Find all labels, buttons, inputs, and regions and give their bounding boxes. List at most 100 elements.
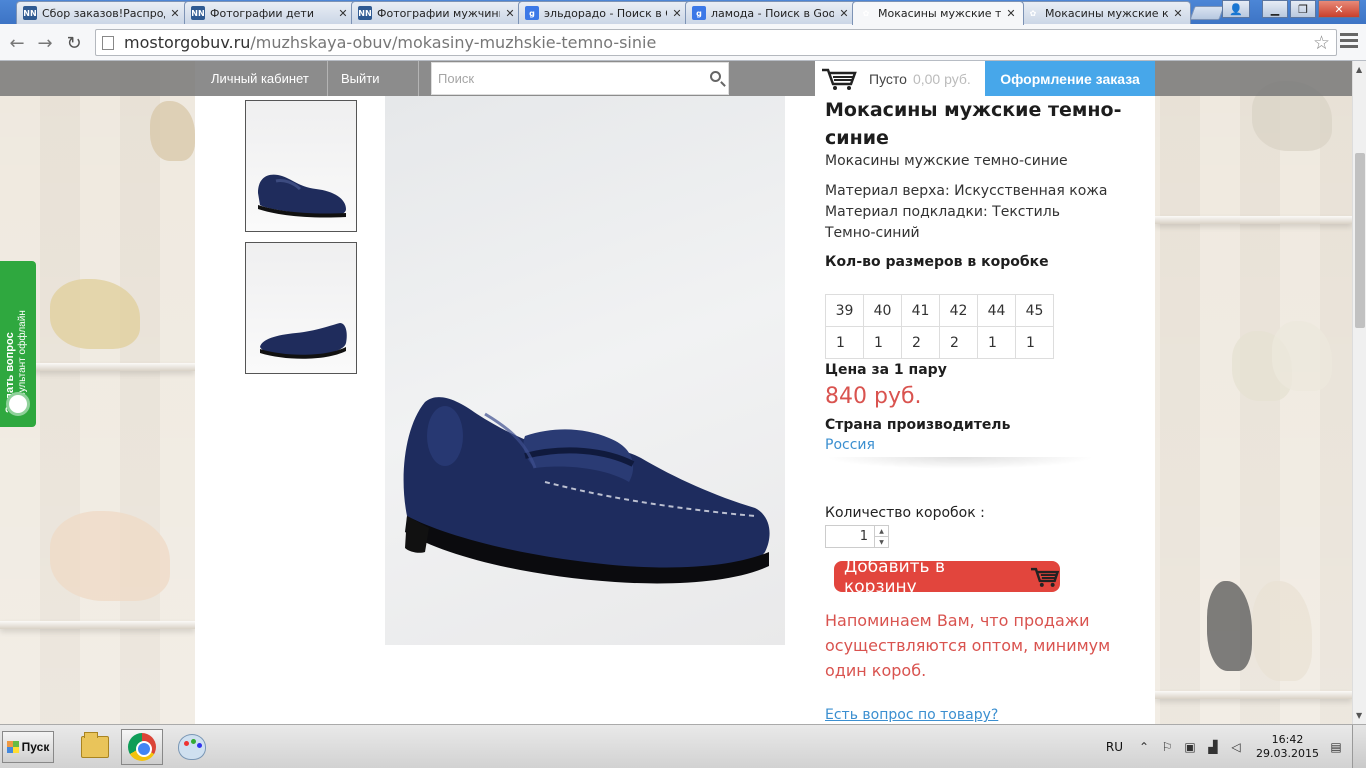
- boxes-quantity-stepper[interactable]: 1 ▲ ▼: [825, 525, 889, 548]
- product-thumbnail-2[interactable]: [245, 242, 357, 374]
- header-cart[interactable]: Пусто 0,00 руб.: [815, 61, 985, 96]
- scroll-up-icon[interactable]: ▲: [1356, 65, 1362, 74]
- product-subtitle: Мокасины мужские темно-синие: [825, 153, 1068, 169]
- scroll-down-icon[interactable]: ▼: [1356, 711, 1362, 720]
- stepper-up-icon[interactable]: ▲: [875, 526, 888, 536]
- google-icon: g: [525, 6, 539, 20]
- user-icon[interactable]: 👤: [1222, 0, 1250, 18]
- sizes-table: 39 40 41 42 44 45 1 1 2 2 1 1: [825, 294, 1054, 359]
- account-link[interactable]: Личный кабинет: [211, 61, 309, 96]
- page-viewport: Мокасины мужские темно-синие Мокасины му…: [0, 61, 1352, 724]
- device-icon[interactable]: ▣: [1183, 740, 1197, 754]
- browser-tab[interactable]: g эльдорадо - Поиск в Google ✕: [518, 1, 690, 24]
- search-input[interactable]: [438, 71, 698, 86]
- taskbar: Пуск RU ⌃ ⚐ ▣ ▟ ◁ 16:42 29.03.2015 ▤: [0, 724, 1366, 768]
- windows-logo-icon: [6, 741, 19, 753]
- quantity-cell: 2: [939, 326, 978, 359]
- boxes-label: Количество коробок :: [825, 505, 985, 521]
- flower-icon: ✿: [1029, 8, 1037, 18]
- clock[interactable]: 16:42 29.03.2015: [1256, 733, 1319, 761]
- consultant-widget[interactable]: Задать вопрос консультант оффлайн: [0, 261, 36, 427]
- browser-tab[interactable]: NN Фотографии дети ✕: [184, 1, 356, 24]
- quantity-cell: 1: [1015, 326, 1054, 359]
- browser-tab[interactable]: ✿ Мокасины мужские коричневые ✕: [1019, 1, 1191, 24]
- product-specs: Материал верха: Искусственная кожа Матер…: [825, 181, 1145, 244]
- close-icon[interactable]: ✕: [169, 7, 181, 20]
- site-header: Личный кабинет Выйти Пусто 0,00 руб. Офо…: [0, 61, 1352, 96]
- close-icon[interactable]: ✕: [1172, 7, 1184, 20]
- browser-tab[interactable]: NN Сбор заказов!Распродажа ✕: [16, 1, 188, 24]
- close-icon[interactable]: ✕: [504, 7, 516, 20]
- add-to-cart-button[interactable]: Добавить в корзину: [834, 557, 1060, 597]
- address-bar[interactable]: mostorgobuv.ru/muzhskaya-obuv/mokasiny-m…: [95, 29, 1337, 56]
- close-icon[interactable]: ✕: [1005, 7, 1017, 20]
- search-icon[interactable]: [710, 71, 721, 82]
- checkout-button[interactable]: Оформление заказа: [985, 61, 1155, 96]
- forward-icon[interactable]: →: [34, 32, 56, 54]
- stepper-down-icon[interactable]: ▼: [875, 536, 888, 547]
- nn-icon: NN: [358, 6, 372, 20]
- cart-status: Пусто: [869, 70, 907, 87]
- browser-tab-active[interactable]: ✿ Мокасины мужские темно-синие ✕: [852, 1, 1024, 25]
- separator: [327, 61, 328, 96]
- country-link[interactable]: Россия: [825, 437, 1145, 453]
- close-window-button[interactable]: ✕: [1318, 0, 1360, 18]
- quantity-cell: 1: [977, 326, 1016, 359]
- language-indicator[interactable]: RU: [1106, 740, 1123, 754]
- start-button[interactable]: Пуск: [2, 731, 54, 763]
- show-desktop-button[interactable]: [1352, 725, 1366, 768]
- browser-toolbar: ← → ↻ mostorgobuv.ru/muzhskaya-obuv/moka…: [0, 24, 1366, 61]
- close-icon[interactable]: ✕: [671, 7, 683, 20]
- scrollbar-thumb[interactable]: [1355, 153, 1365, 328]
- restore-button[interactable]: ❐: [1290, 0, 1316, 18]
- new-tab-button[interactable]: [1189, 6, 1225, 20]
- action-center-flag-icon[interactable]: ⚐: [1160, 740, 1174, 754]
- url-text: mostorgobuv.ru/muzhskaya-obuv/mokasiny-m…: [124, 33, 657, 52]
- notification-icon[interactable]: ▤: [1329, 740, 1343, 754]
- boxes-quantity-input[interactable]: 1: [826, 526, 874, 547]
- product-thumbnail-1[interactable]: [245, 100, 357, 232]
- network-signal-icon[interactable]: ▟: [1206, 740, 1220, 754]
- size-cell: 42: [939, 294, 978, 327]
- search-box: [431, 62, 729, 95]
- start-label: Пуск: [21, 740, 50, 754]
- quantity-cell: 1: [863, 326, 902, 359]
- show-hidden-icons-icon[interactable]: ⌃: [1137, 740, 1151, 754]
- browser-tab[interactable]: NN Фотографии мужчины ✕: [351, 1, 523, 24]
- tab-title: ламода - Поиск в Google: [711, 6, 834, 20]
- close-icon[interactable]: ✕: [838, 7, 850, 20]
- size-cell: 39: [825, 294, 864, 327]
- sizes-label: Кол-во размеров в коробке: [825, 254, 1049, 270]
- bookmark-star-icon[interactable]: ☆: [1313, 32, 1330, 54]
- separator: [418, 61, 419, 96]
- nn-icon: NN: [23, 6, 37, 20]
- folder-icon: [81, 732, 109, 758]
- chrome-taskbar-button[interactable]: [121, 729, 163, 765]
- logout-link[interactable]: Выйти: [341, 61, 380, 96]
- back-icon[interactable]: ←: [6, 32, 28, 54]
- divider: [825, 457, 1095, 469]
- product-title: Мокасины мужские темно-синие: [825, 99, 1122, 149]
- window-controls: 👤 ▁ ❐ ✕: [1222, 0, 1360, 18]
- browser-tab-strip: NN Сбор заказов!Распродажа ✕ NN Фотограф…: [0, 0, 1366, 25]
- explorer-taskbar-button[interactable]: [74, 729, 116, 765]
- browser-menu-icon[interactable]: [1340, 33, 1358, 48]
- tab-title: Мокасины мужские темно-синие: [878, 7, 1001, 20]
- close-icon[interactable]: ✕: [337, 7, 349, 20]
- reload-icon[interactable]: ↻: [63, 32, 85, 54]
- consultant-logo-icon: [6, 392, 30, 416]
- minimize-button[interactable]: ▁: [1262, 0, 1288, 18]
- browser-tab[interactable]: g ламода - Поиск в Google ✕: [685, 1, 857, 24]
- page-scrollbar[interactable]: ▲ ▼: [1352, 61, 1366, 724]
- product-question-link[interactable]: Есть вопрос по товару?: [825, 707, 1145, 723]
- tab-title: Мокасины мужские коричневые: [1045, 6, 1168, 20]
- paint-icon: [178, 734, 206, 760]
- volume-icon[interactable]: ◁: [1229, 740, 1243, 754]
- system-tray: RU ⌃ ⚐ ▣ ▟ ◁ 16:42 29.03.2015 ▤: [1106, 725, 1366, 768]
- size-cell: 44: [977, 294, 1016, 327]
- shoe-photo-image: [403, 397, 770, 584]
- paint-taskbar-button[interactable]: [171, 729, 213, 765]
- cart-sum: 0,00 руб.: [912, 70, 971, 87]
- spec-color: Темно-синий: [825, 225, 920, 241]
- product-price: 840 руб.: [825, 384, 922, 409]
